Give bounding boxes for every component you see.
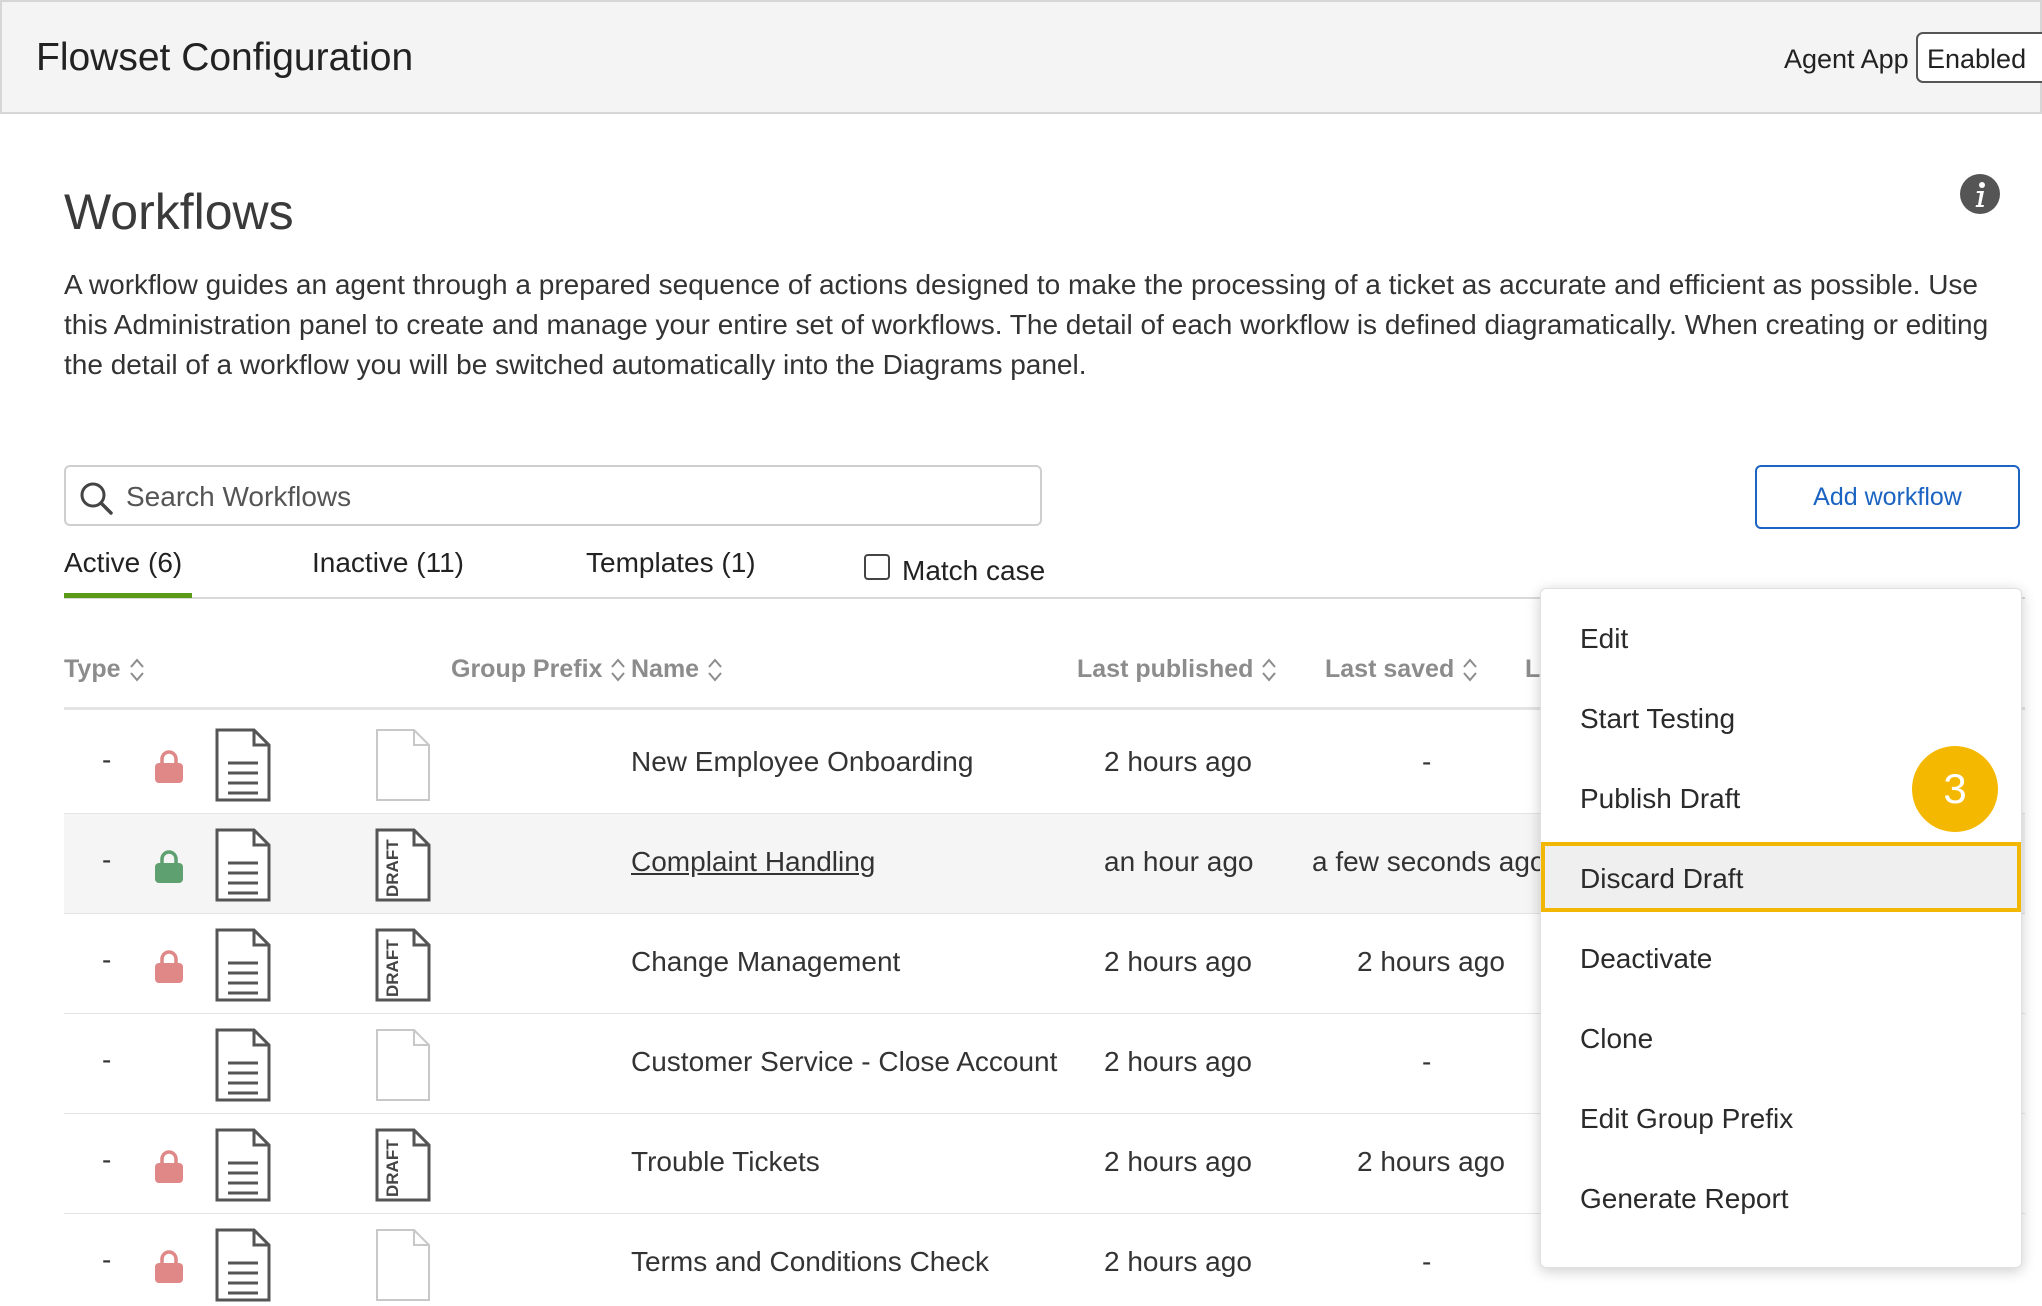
sort-icon <box>1262 658 1277 682</box>
agent-app-label: Agent App <box>1784 44 1909 74</box>
document-icon[interactable] <box>214 827 272 908</box>
last-published-cell: 2 hours ago <box>1104 946 1252 977</box>
column-label-group-prefix: Group Prefix <box>451 655 603 683</box>
draft-document-icon[interactable]: DRAFT <box>374 927 432 1008</box>
blank-document-icon <box>374 1027 432 1108</box>
match-case-label[interactable]: Match case <box>902 555 1045 587</box>
last-published-cell: 2 hours ago <box>1104 1246 1252 1277</box>
lock-icon[interactable] <box>154 1150 184 1189</box>
column-label-last-saved: Last saved <box>1325 655 1455 683</box>
tab-active[interactable]: Active (6) <box>64 547 182 579</box>
workflow-name[interactable]: Complaint Handling <box>631 846 875 878</box>
step-badge: 3 <box>1912 746 1998 832</box>
workflow-name: Trouble Tickets <box>631 1146 820 1177</box>
column-label-last-published: Last published <box>1077 655 1254 683</box>
document-icon[interactable] <box>214 727 272 808</box>
last-published-cell: 2 hours ago <box>1104 1046 1252 1077</box>
menu-item-deactivate[interactable]: Deactivate <box>1541 922 2021 992</box>
top-bar: Flowset Configuration Agent App Enabled <box>0 0 2042 114</box>
workflow-name: Terms and Conditions Check <box>631 1246 989 1277</box>
agent-app-value: Enabled <box>1927 44 2027 74</box>
column-header-last-saved[interactable]: Last saved <box>1325 655 1478 684</box>
search-input[interactable] <box>126 477 1026 517</box>
column-label-type: Type <box>64 655 121 683</box>
sort-icon <box>129 658 144 682</box>
last-saved-cell: a few seconds ago <box>1312 846 1546 877</box>
search-icon <box>80 482 113 515</box>
last-published-cell: 2 hours ago <box>1104 746 1252 777</box>
menu-item-edit-group-prefix[interactable]: Edit Group Prefix <box>1541 1082 2021 1152</box>
last-published-cell: an hour ago <box>1104 846 1254 877</box>
column-header-name[interactable]: Name <box>631 655 723 684</box>
document-icon[interactable] <box>214 1127 272 1208</box>
type-cell: - <box>102 1244 112 1275</box>
sort-icon <box>611 658 626 682</box>
app-title: Flowset Configuration <box>36 36 414 79</box>
document-icon[interactable] <box>214 1027 272 1108</box>
type-cell: - <box>102 1044 112 1075</box>
sort-icon <box>1463 658 1478 682</box>
column-header-truncated[interactable]: L <box>1525 655 1540 684</box>
menu-item-start-testing[interactable]: Start Testing <box>1541 682 2021 752</box>
last-saved-cell: 2 hours ago <box>1357 946 1505 977</box>
active-tab-indicator <box>64 593 192 598</box>
lock-icon[interactable] <box>154 1250 184 1289</box>
draft-document-icon[interactable]: DRAFT <box>374 1127 432 1208</box>
column-header-type[interactable]: Type <box>64 655 145 684</box>
menu-item-generate-report[interactable]: Generate Report <box>1541 1162 2021 1232</box>
last-published-cell: 2 hours ago <box>1104 1146 1252 1177</box>
document-icon[interactable] <box>214 927 272 1008</box>
add-workflow-button[interactable]: Add workflow <box>1755 465 2020 529</box>
lock-icon[interactable] <box>154 950 184 989</box>
type-cell: - <box>102 844 112 875</box>
page-description: A workflow guides an agent through a pre… <box>64 269 1989 380</box>
workflow-name: Change Management <box>631 946 901 977</box>
type-cell: - <box>102 944 112 975</box>
type-cell: - <box>102 1144 112 1175</box>
sort-icon <box>708 658 722 682</box>
blank-document-icon <box>374 727 432 808</box>
tab-inactive[interactable]: Inactive (11) <box>312 547 464 579</box>
lock-icon[interactable] <box>154 750 184 789</box>
column-header-group-prefix[interactable]: Group Prefix <box>451 655 626 684</box>
last-saved-cell: - <box>1422 746 1432 777</box>
agent-app-select[interactable]: Enabled <box>1916 32 2042 83</box>
match-case-checkbox[interactable] <box>864 554 890 580</box>
search-box[interactable] <box>64 465 1042 526</box>
menu-item-discard-draft[interactable]: Discard Draft <box>1541 842 2021 912</box>
info-icon[interactable] <box>1960 174 2000 214</box>
tab-templates[interactable]: Templates (1) <box>586 547 756 579</box>
draft-stamp-text: DRAFT <box>383 1139 402 1197</box>
workflow-name: New Employee Onboarding <box>631 746 974 777</box>
page-title: Workflows <box>64 184 294 240</box>
workflow-name: Customer Service - Close Account <box>631 1046 1058 1077</box>
last-saved-cell: - <box>1422 1046 1432 1077</box>
draft-document-icon[interactable]: DRAFT <box>374 827 432 908</box>
document-icon[interactable] <box>214 1227 272 1306</box>
draft-stamp-text: DRAFT <box>383 839 402 897</box>
unlock-icon[interactable] <box>154 850 184 889</box>
row-actions-menu: Edit Start Testing Publish Draft Discard Dr… <box>1540 588 2022 1268</box>
menu-item-edit[interactable]: Edit <box>1541 602 2021 672</box>
last-saved-cell: 2 hours ago <box>1357 1146 1505 1177</box>
column-header-last-published[interactable]: Last published <box>1077 655 1277 684</box>
last-saved-cell: - <box>1422 1246 1432 1277</box>
blank-document-icon <box>374 1227 432 1306</box>
draft-stamp-text: DRAFT <box>383 939 402 997</box>
menu-item-clone[interactable]: Clone <box>1541 1002 2021 1072</box>
column-label-name: Name <box>631 655 700 683</box>
type-cell: - <box>102 744 112 775</box>
